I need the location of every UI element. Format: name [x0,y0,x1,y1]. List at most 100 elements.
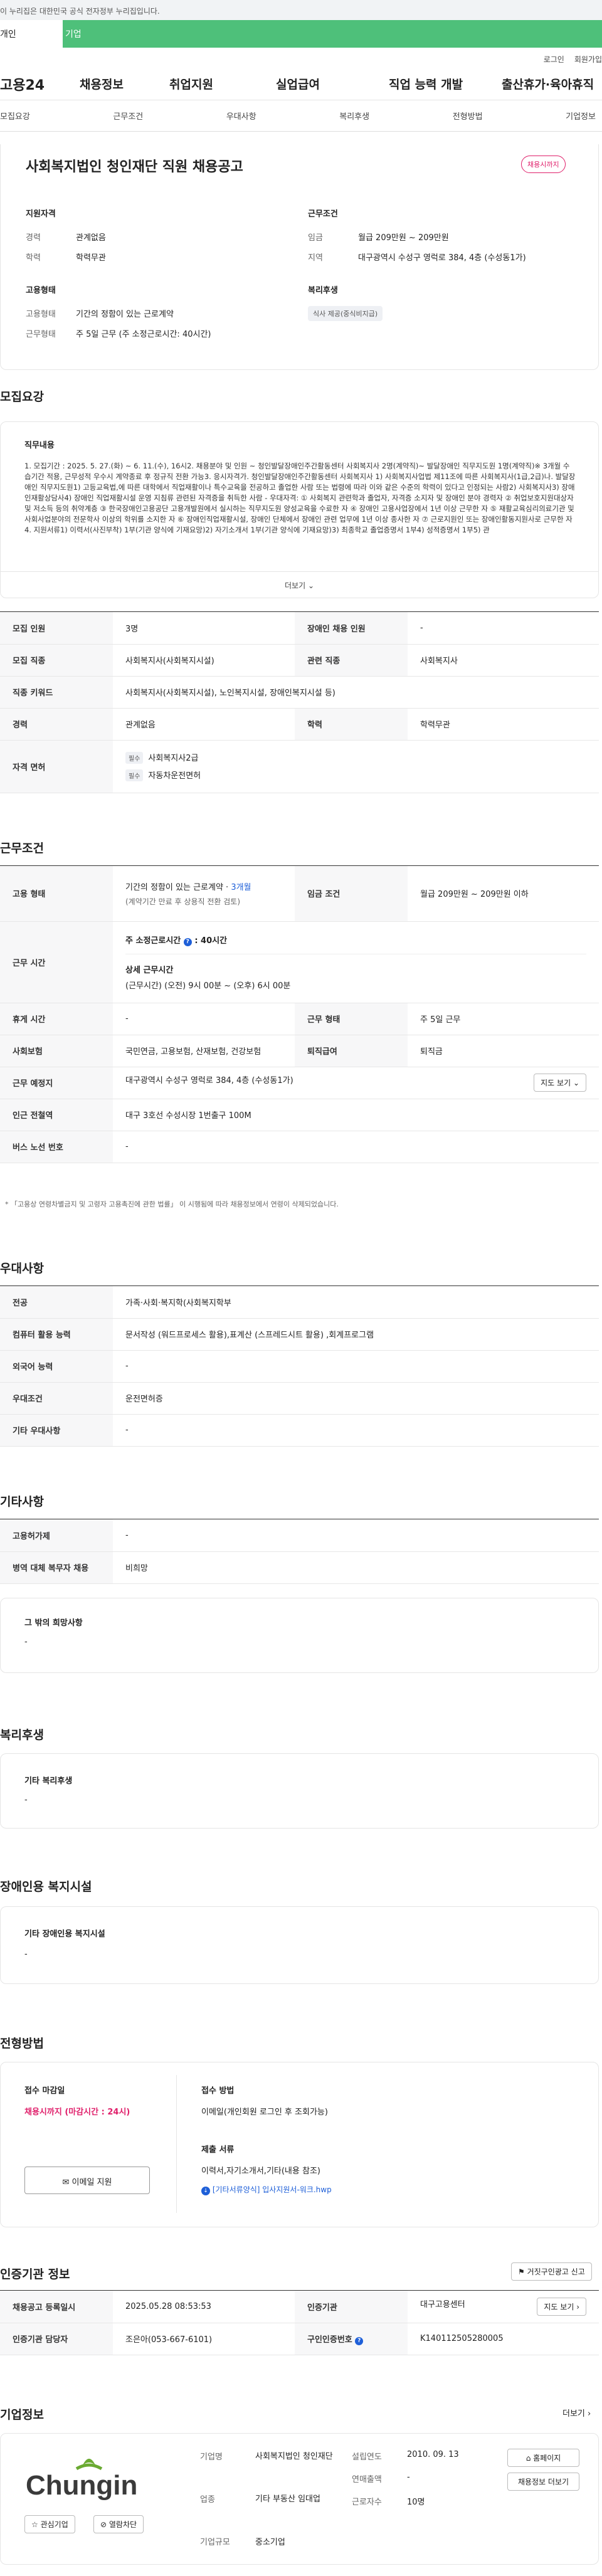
gnb-item-employment[interactable]: 취업지원 [150,75,251,92]
attachment-link[interactable]: ↓ [기타서류양식] 입사지원서-워크.hwp [201,2184,332,2195]
cert-title: 인증기관 정보 [0,2267,70,2281]
map-button-label: 지도 보기 [541,1079,571,1087]
row-label: 인증기관 담당자 [0,2323,113,2355]
tab-company-info[interactable]: 기업정보 [566,110,596,122]
company-jobs-button[interactable]: 채용정보 더보기 [507,2473,579,2491]
row-value: - [113,1003,295,1035]
conditions-table: 고용 형태 기간의 정함이 있는 근로계약 · 3개월 (계약기간 만료 후 상용직… [0,865,599,1163]
process-card: 접수 마감일 채용시까지 (마감시간 : 24시) ✉ 이메일 지원 접수 방법… [0,2062,599,2227]
tab-company[interactable]: 기업 [63,20,602,48]
home-icon: ⌂ [525,2454,531,2463]
row-value: - [113,1350,599,1383]
row-value: - [113,1414,599,1447]
tab-preference[interactable]: 우대사항 [226,110,256,122]
util-menu: 로그인 회원가입 [0,48,602,68]
docs-heading: 제출 서류 [201,2145,235,2155]
row-label: 병역 대체 복무자 채용 [0,1551,113,1584]
wage-label: 임금 [308,233,323,243]
content-heading: 직무내용 [24,441,55,450]
login-link[interactable]: 로그인 [544,55,564,64]
status-badge: 채용시까지 [521,156,566,173]
welfare-tag: 식사 제공(중식비지급) [308,306,383,321]
company-name-label: 기업명 [200,2452,223,2462]
report-button[interactable]: ⚑ 거짓구인광고 신고 [511,2262,592,2281]
org-map-button[interactable]: 지도 보기 › [537,2297,586,2316]
block-button[interactable]: ⊘ 열람차단 [93,2515,144,2533]
signup-link[interactable]: 회원가입 [574,55,602,64]
star-icon: ☆ [31,2520,38,2529]
row-label: 근무 시간 [0,921,113,1003]
row-label: 고용허가제 [0,1519,113,1552]
employees-label: 근로자수 [352,2498,382,2507]
email-apply-button[interactable]: ✉ 이메일 지원 [24,2167,150,2194]
global-nav: 고용24 채용정보 취업지원 실업급여 직업 능력 개발 출산휴가·육아휴직 [0,68,602,100]
hours-label: 근무형태 [26,330,56,339]
company-name-value: 사회복지법인 청인재단 [255,2452,333,2461]
gnb-item-leave[interactable]: 출산휴가·육아휴직 [483,75,602,92]
row-value: 비희망 [113,1551,599,1584]
homepage-button[interactable]: ⌂ 홈페이지 [507,2449,579,2467]
row-value: 주 소정근로시간 ? : 40시간 상세 근무시간 (근무시간) (오전) 9시 … [113,921,599,1003]
site-logo[interactable]: 고용24 [0,74,66,94]
row-value: 주 5일 근무 [408,1003,599,1035]
row-label: 우대조건 [0,1382,113,1415]
est-value: 2010. 09. 13 [407,2450,459,2459]
gnb-item-jobs[interactable]: 채용정보 [66,75,150,92]
industry-value: 기타 부동산 임대업 [255,2494,320,2504]
detail-hours-label: 상세 근무시간 [125,965,174,975]
row-label: 모집 직종 [0,644,113,677]
info-icon[interactable]: ? [183,937,192,946]
report-label: 거짓구인광고 신고 [527,2267,585,2276]
email-apply-label: 이메일 지원 [71,2178,112,2187]
company-logo-text: Chungin [26,2470,138,2501]
size-label: 기업규모 [200,2538,230,2547]
row-label: 사회보험 [0,1035,113,1067]
favorite-button[interactable]: ☆ 관심기업 [24,2515,75,2533]
tab-recruit[interactable]: 모집요강 [0,110,30,122]
row-label: 전공 [0,1286,113,1319]
tab-welfare[interactable]: 복리후생 [339,110,369,122]
age-note: * 「고용상 연령차별금지 및 고령자 고용촉진에 관한 법률」 이 시행됨에 … [5,1200,339,1208]
employment-note: (계약기간 만료 후 상용직 전환 검토) [125,897,240,906]
row-label: 학력 [295,708,408,741]
map-button[interactable]: 지도 보기 ⌄ [534,1074,586,1092]
row-value: 국민연금, 고용보험, 산재보험, 건강보험 [113,1035,295,1067]
career-value: 관계없음 [76,233,106,243]
row-value: 가족·사회·복지학(사회복지학부 [113,1286,599,1319]
size-value: 중소기업 [255,2538,285,2547]
row-label: 직종 키워드 [0,676,113,709]
cert-no-label: 구인인증번호 [307,2335,352,2345]
gnb-item-training[interactable]: 직업 능력 개발 [357,75,483,92]
sales-label: 연매출액 [352,2475,382,2484]
welfare-card: 기타 복리후생 - [0,1753,599,1829]
employees-value: 10명 [407,2498,425,2507]
block-label: 열람차단 [108,2520,137,2529]
area-value: 대구광역시 수성구 영럭로 384, 4층 (수성동1가) [358,253,526,263]
edu-label: 학력 [26,253,41,263]
row-value: 대구 3호선 수성시장 1번출구 100M [113,1099,599,1131]
row-value: 2025.05.28 08:53:53 [113,2291,295,2323]
welfare-heading: 복리후생 [308,286,338,295]
more-button[interactable]: 더보기 ⌄ [1,571,598,598]
section-tabs: 모집요강 근무조건 우대사항 복리후생 전형방법 기업정보 [0,100,602,132]
company-jobs-label: 채용정보 더보기 [517,2478,569,2486]
method-heading: 접수 방법 [201,2086,235,2096]
tab-process[interactable]: 전형방법 [453,110,483,122]
est-label: 설립연도 [352,2452,382,2462]
weekly-hours-label: 주 소정근로시간 [125,936,181,946]
row-value: 퇴직금 [408,1035,599,1067]
conditions-title: 근무조건 [0,842,44,855]
row-label: 근무 형태 [295,1003,408,1035]
contract-period: 3개월 [231,882,251,892]
company-more-link[interactable]: 더보기 › [562,2407,591,2419]
tab-personal[interactable]: 개인 [0,20,63,48]
info-icon[interactable]: ? [355,2336,364,2345]
row-label: 근무 예정지 [0,1067,113,1099]
gov-notice: 이 누리집은 대한민국 공식 전자정부 누리집입니다. [0,0,602,20]
other-wish-card: 그 밖의 희망사항 - [0,1598,599,1673]
row-label: 외국어 능력 [0,1350,113,1383]
tab-conditions[interactable]: 근무조건 [113,110,143,122]
career-label: 경력 [26,233,41,243]
gnb-item-unemployment[interactable]: 실업급여 [251,75,357,92]
etc-table: 고용허가제 - 병역 대체 복무자 채용 비희망 [0,1519,599,1584]
